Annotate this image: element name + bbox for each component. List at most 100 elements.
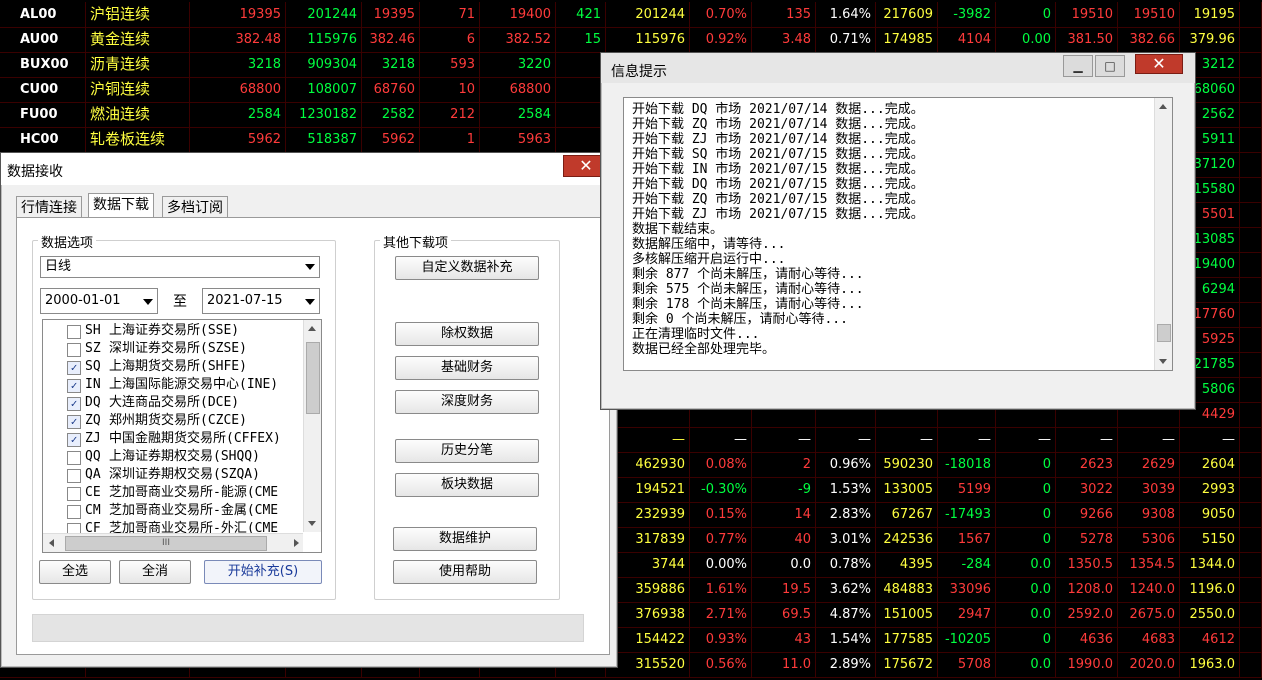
dialog-titlebar[interactable]: 数据接收 ✕ — [1, 153, 617, 185]
info-close-button[interactable]: ✕ — [1135, 54, 1183, 74]
quote-cell: 11.0 — [752, 652, 816, 677]
quote-cell: -17493 — [938, 502, 996, 527]
market-checkbox[interactable]: ✓ — [67, 397, 81, 411]
market-list-hscroll[interactable]: III — [43, 533, 303, 552]
market-list-vscroll[interactable] — [303, 320, 321, 532]
scroll-down-icon[interactable] — [1159, 359, 1167, 364]
scroll-thumb[interactable] — [306, 342, 320, 414]
date-to-picker[interactable]: 2021-07-15 — [202, 288, 320, 314]
quote-cell: 115976 — [286, 27, 362, 52]
log-line: 开始下载 ZQ 市场 2021/07/15 数据...完成。 — [632, 192, 924, 207]
market-checkbox[interactable] — [67, 505, 81, 519]
scroll-right-icon[interactable] — [294, 539, 299, 547]
quote-cell: 15 — [556, 27, 606, 52]
quote-cell: 484883 — [876, 577, 938, 602]
quote-cell-edge — [1240, 602, 1262, 627]
quote-cell: 3022 — [1056, 477, 1118, 502]
market-checkbox[interactable] — [67, 469, 81, 483]
deselect-all-button[interactable]: 全消 — [119, 560, 191, 584]
quote-cell-edge — [1240, 127, 1262, 152]
market-checkbox[interactable]: ✓ — [67, 415, 81, 429]
quote-cell: 2 — [752, 452, 816, 477]
chevron-down-icon[interactable] — [305, 264, 315, 270]
market-checkbox[interactable]: ✓ — [67, 379, 81, 393]
info-titlebar[interactable]: 信息提示 ▁ □ ✕ — [601, 53, 1195, 83]
scroll-down-icon[interactable] — [308, 521, 316, 526]
quote-row[interactable]: AL00 沪铝连续 19395 201244 19395 71 19400 421 201244… — [0, 2, 1262, 28]
quote-cell-edge — [1240, 227, 1262, 252]
scroll-left-icon[interactable] — [49, 539, 54, 547]
hscroll-thumb[interactable]: III — [65, 536, 267, 551]
info-log[interactable]: 开始下载 DQ 市场 2021/07/14 数据...完成。 开始下载 ZQ 市场… — [623, 97, 1173, 371]
custom-fill-button[interactable]: 自定义数据补充 — [395, 256, 539, 280]
quote-cell: 3039 — [1118, 477, 1180, 502]
market-checkbox[interactable] — [67, 325, 81, 339]
quote-cell-edge — [1240, 2, 1262, 27]
quote-cell: 4683 — [1118, 627, 1180, 652]
quote-cell: 5199 — [938, 477, 996, 502]
quote-cell: 2.83% — [816, 502, 876, 527]
market-checkbox[interactable] — [67, 343, 81, 357]
quote-cell: 4395 — [876, 552, 938, 577]
market-checkbox[interactable]: ✓ — [67, 361, 81, 375]
quote-cell: 0 — [996, 502, 1056, 527]
quote-cell: 0.0 — [996, 602, 1056, 627]
market-label: 上海证券期权交易(SHQQ) — [109, 449, 260, 464]
log-vscroll[interactable] — [1154, 98, 1172, 370]
market-code: DQ — [85, 395, 101, 410]
tab-quote-connect[interactable]: 行情连接 — [16, 196, 82, 218]
market-checkbox[interactable] — [67, 451, 81, 465]
market-list[interactable]: SH 上海证券交易所(SSE) SZ 深圳证券交易所(SZSE) ✓ SQ 上海期货交易所(… — [42, 319, 322, 553]
quote-cell: 6 — [420, 27, 480, 52]
quote-cell: 2592.0 — [1056, 602, 1118, 627]
select-all-button[interactable]: 全选 — [39, 560, 111, 584]
quote-cell: 4636 — [1056, 627, 1118, 652]
basic-finance-button[interactable]: 基础财务 — [395, 356, 539, 380]
market-label: 芝加哥商业交易所-金属(CME — [109, 503, 279, 518]
date-separator: 至 — [173, 294, 187, 310]
quote-cell-edge — [1240, 252, 1262, 277]
tab-data-download[interactable]: 数据下载 — [88, 193, 154, 217]
minimize-icon[interactable]: ▁ — [1063, 55, 1093, 77]
quote-cell: 3218 — [190, 52, 286, 77]
start-fill-button[interactable]: 开始补充(S) — [204, 560, 322, 584]
maximize-icon[interactable]: □ — [1095, 55, 1125, 77]
market-checkbox[interactable] — [67, 487, 81, 501]
quote-cell: — — [606, 427, 690, 452]
quote-cell: 0 — [996, 2, 1056, 27]
quote-cell: 462930 — [606, 452, 690, 477]
exright-data-button[interactable]: 除权数据 — [395, 322, 539, 346]
quote-cell-edge — [1240, 52, 1262, 77]
tick-history-button[interactable]: 历史分笔 — [395, 439, 539, 463]
quote-cell: 1.53% — [816, 477, 876, 502]
quote-cell: 2993 — [1180, 477, 1240, 502]
chevron-down-icon[interactable] — [305, 299, 315, 305]
scroll-up-icon[interactable] — [1159, 104, 1167, 109]
quote-cell: 71 — [420, 2, 480, 27]
period-select[interactable]: 日线 — [40, 256, 320, 278]
quote-cell-edge — [1240, 427, 1262, 452]
data-maintain-button[interactable]: 数据维护 — [393, 527, 537, 551]
quote-name: 燃油连续 — [86, 102, 190, 127]
date-from-picker[interactable]: 2000-01-01 — [40, 288, 158, 314]
quote-cell-edge — [1240, 627, 1262, 652]
quote-cell: 0 — [996, 627, 1056, 652]
market-label: 郑州期货交易所(CZCE) — [109, 413, 247, 428]
help-button[interactable]: 使用帮助 — [393, 560, 537, 584]
deep-finance-button[interactable]: 深度财务 — [395, 390, 539, 414]
quote-cell: 2623 — [1056, 452, 1118, 477]
tab-multi-subscribe[interactable]: 多档订阅 — [162, 196, 228, 218]
quote-cell: 19510 — [1056, 2, 1118, 27]
quote-name: 轧卷板连续 — [86, 127, 190, 152]
sector-data-button[interactable]: 板块数据 — [395, 473, 539, 497]
quote-cell: 9266 — [1056, 502, 1118, 527]
chevron-down-icon[interactable] — [143, 299, 153, 305]
quote-cell: 40 — [752, 527, 816, 552]
quote-name: 沪铝连续 — [86, 2, 190, 27]
scroll-up-icon[interactable] — [308, 326, 316, 331]
market-checkbox[interactable]: ✓ — [67, 433, 81, 447]
quote-row[interactable]: AU00 黄金连续 382.48 115976 382.46 6 382.52 15 11597… — [0, 27, 1262, 53]
quote-cell: 1344.0 — [1180, 552, 1240, 577]
log-scroll-thumb[interactable] — [1157, 324, 1171, 342]
quote-cell-edge — [1240, 652, 1262, 677]
